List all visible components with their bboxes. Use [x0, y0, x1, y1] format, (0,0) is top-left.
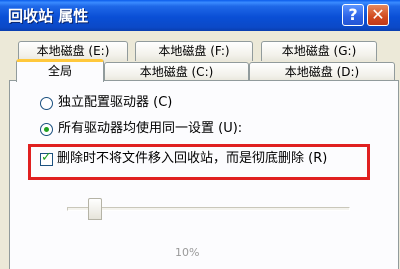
highlight-box: [28, 144, 370, 180]
tab-local-disk-d[interactable]: 本地磁盘 (D:): [249, 62, 395, 81]
close-button[interactable]: ✕: [367, 4, 389, 26]
window-title: 回收站 属性: [8, 7, 89, 25]
all-drives-same-radio[interactable]: [40, 123, 53, 136]
tab-local-disk-f[interactable]: 本地磁盘 (F:): [135, 41, 253, 61]
independent-config-label[interactable]: 独立配置驱动器 (C): [58, 94, 172, 112]
independent-config-radio[interactable]: [40, 97, 53, 110]
recycle-bin-properties-window: 回收站 属性 ? ✕ 本地磁盘 (E:) 本地磁盘 (F:) 本地磁盘 (G:)…: [0, 0, 400, 269]
tab-label: 本地磁盘 (F:): [158, 44, 230, 58]
tab-label: 本地磁盘 (D:): [284, 65, 360, 79]
max-size-slider-thumb[interactable]: [88, 198, 102, 220]
tab-local-disk-c[interactable]: 本地磁盘 (C:): [104, 62, 249, 81]
slider-track[interactable]: [67, 207, 350, 211]
help-icon: ?: [348, 5, 358, 24]
tab-label: 本地磁盘 (E:): [36, 44, 110, 58]
close-icon: ✕: [371, 5, 385, 24]
tab-label: 本地磁盘 (G:): [281, 44, 357, 58]
tab-global[interactable]: 全局: [16, 59, 104, 82]
tab-local-disk-g[interactable]: 本地磁盘 (G:): [261, 41, 377, 61]
help-button[interactable]: ?: [342, 4, 364, 26]
tab-label: 本地磁盘 (C:): [139, 65, 214, 79]
tab-label: 全局: [47, 64, 72, 78]
all-drives-same-label[interactable]: 所有驱动器均使用同一设置 (U):: [58, 120, 242, 138]
slider-percent-label: 10%: [175, 246, 200, 259]
title-bar[interactable]: 回收站 属性 ? ✕: [0, 0, 400, 31]
tab-local-disk-e[interactable]: 本地磁盘 (E:): [18, 41, 128, 61]
